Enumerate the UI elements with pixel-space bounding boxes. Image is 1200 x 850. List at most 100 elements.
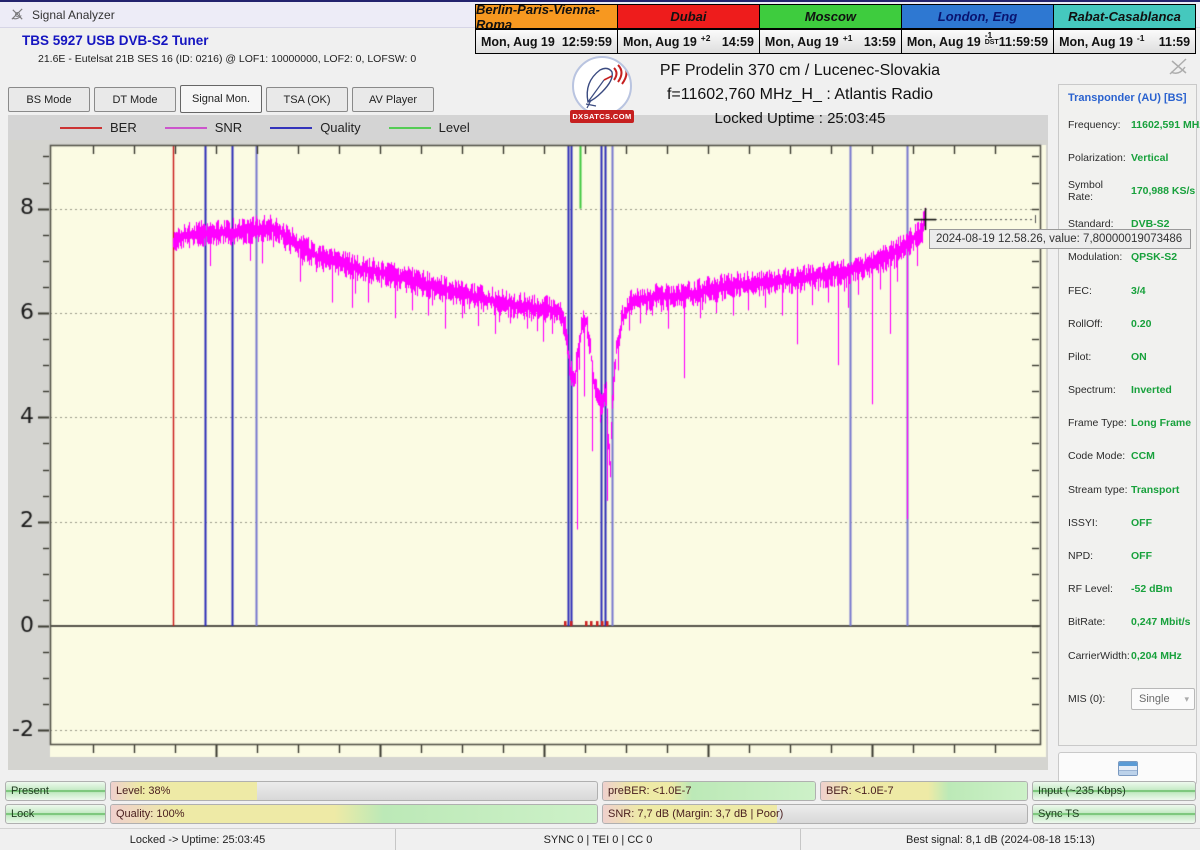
legend-snr: SNR [165, 120, 242, 135]
archive-icon [1118, 761, 1138, 776]
dxsatcs-logo-disc [572, 56, 632, 116]
tab-signal-mon[interactable]: Signal Mon. [180, 85, 262, 113]
transponder-row-label: Polarization: [1068, 152, 1128, 164]
frequency-title: f=11602,760 MHz_H_ : Atlantis Radio [600, 86, 1000, 104]
transponder-row-label: Spectrum: [1068, 384, 1128, 396]
transponder-row: Polarization: Vertical [1068, 141, 1196, 174]
clock-moscow: Moscow Mon, Aug 19 +1 13:59 [759, 4, 902, 54]
transponder-row-label: FEC: [1068, 285, 1128, 297]
transponder-row-value: Transport [1131, 484, 1179, 496]
satellite-dish-icon [10, 7, 25, 22]
transponder-row-value: Long Frame [1131, 417, 1191, 429]
clock-time: 14:59 [722, 35, 754, 49]
mis-row: MIS (0): Single ▾ [1068, 688, 1196, 710]
clock-utc-offset: +1 [843, 33, 853, 43]
mode-tabs: BS Mode DT Mode Signal Mon. TSA (OK) AV … [8, 87, 434, 113]
clock-utc-offset: -1DST [985, 30, 999, 46]
tab-bs-mode[interactable]: BS Mode [8, 87, 90, 112]
ber-meter: BER: <1.0E-7 [820, 781, 1028, 801]
clock-berlin: Berlin-Paris-Vienna-Roma Mon, Aug 19 12:… [475, 4, 618, 54]
transponder-row-label: RollOff: [1068, 318, 1128, 330]
transponder-row-value: OFF [1131, 550, 1152, 562]
transponder-row: ISSYI: OFF [1068, 506, 1196, 539]
clock-date: Mon, Aug 19 [481, 35, 555, 49]
transponder-row: Symbol Rate: 170,988 KS/s [1068, 174, 1196, 207]
clock-time: 11:59:59 [999, 35, 1048, 49]
transponder-row: Code Mode: CCM [1068, 440, 1196, 473]
clock-utc-offset: +2 [701, 33, 711, 43]
input-indicator: Input (~235 Kbps) [1032, 781, 1196, 801]
world-clock-bar: Berlin-Paris-Vienna-Roma Mon, Aug 19 12:… [476, 4, 1196, 54]
status-best-signal: Best signal: 8,1 dB (2024-08-18 15:13) [800, 829, 1200, 850]
transponder-row: Frequency: 11602,591 MHz [1068, 108, 1196, 141]
tab-tsa[interactable]: TSA (OK) [266, 87, 348, 112]
transponder-row: CarrierWidth: 0,204 MHz [1068, 639, 1196, 672]
transponder-panel: Transponder (AU) [BS] Frequency: 11602,5… [1058, 84, 1197, 746]
transponder-row-label: ISSYI: [1068, 517, 1128, 529]
transponder-row-value: Inverted [1131, 384, 1172, 396]
transponder-row-value: 0.20 [1131, 318, 1151, 330]
preber-meter: preBER: <1.0E-7 [602, 781, 816, 801]
clock-date: Mon, Aug 19 [907, 35, 981, 49]
transponder-row-value: 3/4 [1131, 285, 1146, 297]
transponder-panel-header: Transponder (AU) [BS] [1068, 92, 1196, 104]
clock-rabat: Rabat-Casablanca Mon, Aug 19 -1 11:59 [1053, 4, 1196, 54]
clock-time: 12:59:59 [562, 35, 612, 49]
transponder-row: Pilot: ON [1068, 340, 1196, 373]
signal-monitor-chart[interactable] [8, 140, 1048, 770]
transponder-row-value: 11602,591 MHz [1131, 119, 1200, 131]
clock-utc-offset: -1 [1137, 33, 1145, 43]
status-locked-uptime: Locked -> Uptime: 25:03:45 [0, 829, 395, 850]
transponder-row-label: Pilot: [1068, 351, 1128, 363]
ber-line-swatch [60, 127, 102, 129]
status-bar: Locked -> Uptime: 25:03:45 SYNC 0 | TEI … [0, 828, 1200, 850]
window-title: Signal Analyzer [32, 8, 115, 22]
tuner-name: TBS 5927 USB DVB-S2 Tuner [22, 33, 209, 48]
transponder-row-value: 170,988 KS/s [1131, 185, 1195, 197]
transponder-row-label: Frame Type: [1068, 417, 1128, 429]
transponder-row-value: -52 dBm [1131, 583, 1172, 595]
clock-london: London, Eng Mon, Aug 19 -1DST 11:59:59 [901, 4, 1054, 54]
chevron-down-icon: ▾ [1184, 694, 1189, 705]
tuner-details: 21.6E - Eutelsat 21B SES 16 (ID: 0216) @… [38, 53, 416, 65]
snr-meter: SNR: 7,7 dB (Margin: 3,7 dB | Poor) [602, 804, 1028, 824]
site-title: PF Prodelin 370 cm / Lucenec-Slovakia [600, 62, 1000, 80]
lock-indicator: Lock [5, 804, 106, 824]
transponder-row-label: NPD: [1068, 550, 1128, 562]
transponder-row: FEC: 3/4 [1068, 274, 1196, 307]
signal-analyzer-window: Signal Analyzer Berlin-Paris-Vienna-Roma… [0, 0, 1200, 850]
snr-line-swatch [165, 127, 207, 129]
transponder-row: Spectrum: Inverted [1068, 374, 1196, 407]
transponder-rows: Frequency: 11602,591 MHz Polarization: V… [1068, 108, 1196, 672]
clock-city-name: London, Eng [902, 5, 1053, 30]
clock-city-name: Rabat-Casablanca [1054, 5, 1195, 30]
legend-level: Level [389, 120, 470, 135]
legend-ber: BER [60, 120, 137, 135]
clock-city-name: Moscow [760, 5, 901, 30]
clock-time: 13:59 [864, 35, 896, 49]
transponder-row: BitRate: 0,247 Mbit/s [1068, 606, 1196, 639]
present-indicator: Present [5, 781, 106, 801]
transponder-row-label: Stream type: [1068, 484, 1128, 496]
clock-date: Mon, Aug 19 [1059, 35, 1133, 49]
transponder-row-label: Modulation: [1068, 251, 1128, 263]
transponder-row: Stream type: Transport [1068, 473, 1196, 506]
transponder-row-label: Symbol Rate: [1068, 179, 1128, 203]
clock-time: 11:59 [1159, 35, 1190, 49]
clock-city-name: Dubai [618, 5, 759, 30]
level-line-swatch [389, 127, 431, 129]
transponder-row-label: CarrierWidth: [1068, 650, 1128, 662]
tab-dt-mode[interactable]: DT Mode [94, 87, 176, 112]
mis-dropdown[interactable]: Single ▾ [1131, 688, 1195, 710]
level-meter: Level: 38% [110, 781, 598, 801]
clock-date: Mon, Aug 19 [623, 35, 697, 49]
tab-av-player[interactable]: AV Player [352, 87, 434, 112]
transponder-row: Frame Type: Long Frame [1068, 407, 1196, 440]
transponder-row-label: BitRate: [1068, 616, 1128, 628]
quality-line-swatch [270, 127, 312, 129]
transponder-row-value: CCM [1131, 450, 1155, 462]
transponder-row: RF Level: -52 dBm [1068, 573, 1196, 606]
clock-city-name: Berlin-Paris-Vienna-Roma [476, 5, 617, 30]
transponder-row-value: 0,204 MHz [1131, 650, 1182, 662]
transponder-row-value: OFF [1131, 517, 1152, 529]
